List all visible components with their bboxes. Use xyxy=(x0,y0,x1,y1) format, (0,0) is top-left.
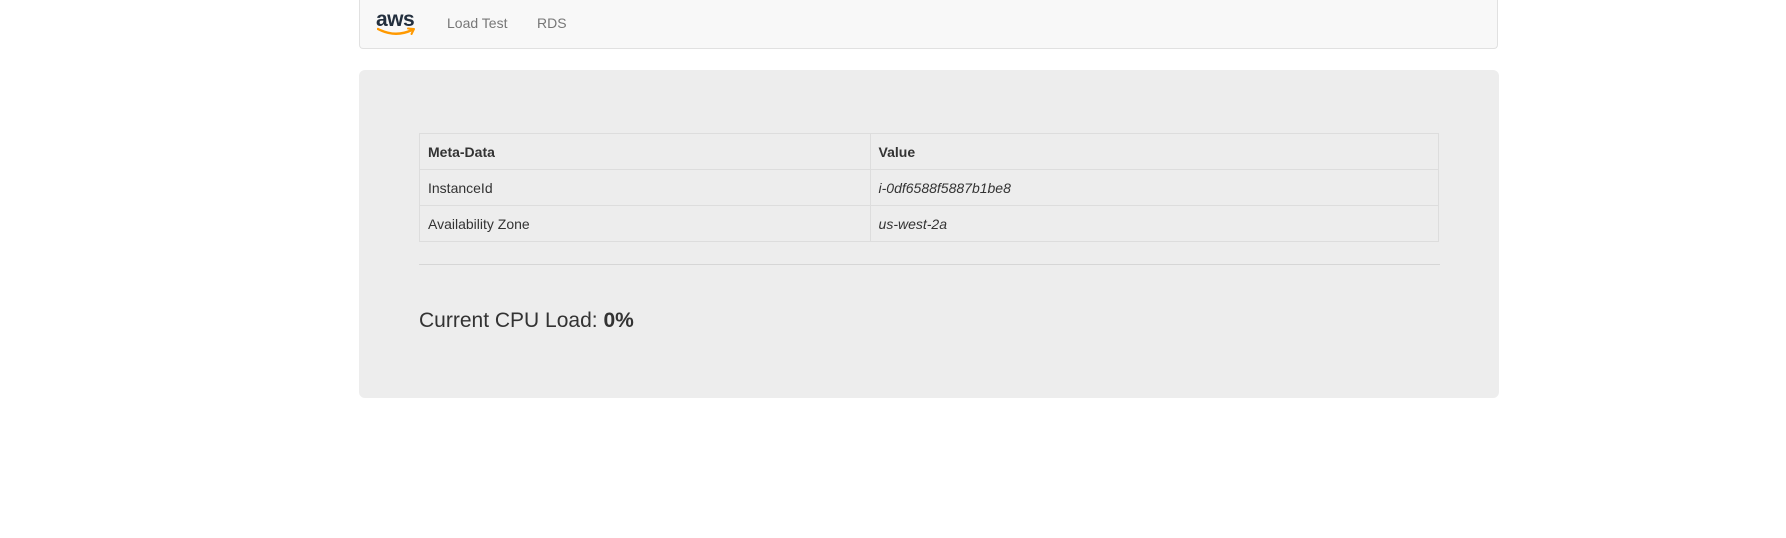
row-key-instance-id: InstanceId xyxy=(419,169,871,206)
column-header-value: Value xyxy=(869,133,1440,170)
metadata-table: Meta-Data Value InstanceId i-0df6588f588… xyxy=(419,133,1440,242)
navbar: aws Load Test RDS xyxy=(359,0,1498,49)
table-row: InstanceId i-0df6588f5887b1be8 xyxy=(419,169,1440,206)
aws-logo[interactable]: aws xyxy=(376,9,418,39)
divider xyxy=(419,264,1440,265)
nav-link-load-test[interactable]: Load Test xyxy=(447,15,507,31)
row-value-instance-id: i-0df6588f5887b1be8 xyxy=(869,169,1440,206)
cpu-load-readout: Current CPU Load: 0% xyxy=(419,308,634,334)
row-key-availability-zone: Availability Zone xyxy=(419,205,871,242)
column-header-meta-data: Meta-Data xyxy=(419,133,871,170)
main-panel: Meta-Data Value InstanceId i-0df6588f588… xyxy=(359,70,1499,398)
aws-smile-icon xyxy=(377,27,415,35)
cpu-load-value: 0% xyxy=(603,309,634,332)
cpu-load-label: Current CPU Load: xyxy=(419,309,598,332)
row-value-availability-zone: us-west-2a xyxy=(869,205,1440,242)
table-row: Availability Zone us-west-2a xyxy=(419,205,1440,242)
table-header-row: Meta-Data Value xyxy=(419,133,1440,170)
nav-link-rds[interactable]: RDS xyxy=(537,15,567,31)
